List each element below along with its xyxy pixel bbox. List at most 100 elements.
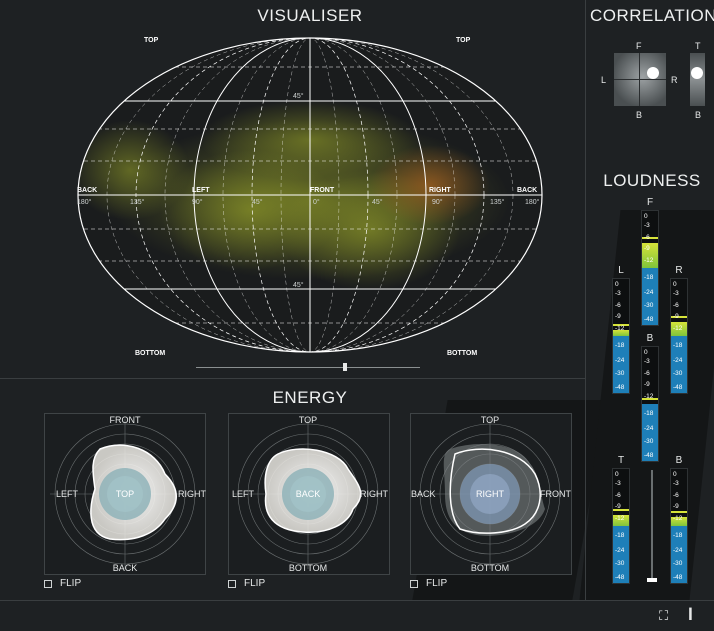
- meter-scale-label: -3: [673, 290, 679, 297]
- meter-scale-label: -3: [673, 480, 679, 487]
- meter-scale-label: -12: [673, 515, 683, 522]
- meter-scale-label: -48: [615, 574, 625, 581]
- meter-scale-label: -12: [615, 515, 625, 522]
- meter-scale-label: -24: [615, 357, 625, 364]
- meter-scale-label: -12: [673, 325, 683, 332]
- meter-scale-label: -3: [615, 480, 621, 487]
- meter-scale-label: -48: [673, 384, 683, 391]
- flip-checkbox[interactable]: [228, 579, 236, 588]
- meter-scale-label: -24: [644, 425, 654, 432]
- meter-scale-label: -30: [615, 370, 625, 377]
- loudness-meter: 0 -3 -6 -9 -12 -18 -24 -30 -48: [641, 346, 659, 462]
- meter-scale-label: -6: [644, 234, 650, 241]
- meter-scale-label: -18: [615, 342, 625, 349]
- meter-scale-label: -3: [615, 290, 621, 297]
- meter-scale-label: -6: [615, 492, 621, 499]
- loudness-meter: 0 -3 -6 -9 -12 -18 -24 -30 -48: [670, 468, 688, 584]
- meter-scale-label: -18: [615, 532, 625, 539]
- meter-scale-label: -18: [673, 532, 683, 539]
- meter-label: F: [646, 197, 654, 208]
- flip-checkbox[interactable]: [410, 579, 418, 588]
- loudness-meter: 0 -3 -6 -9 -12 -18 -24 -30 -48: [641, 210, 659, 326]
- meter-scale-label: -18: [644, 274, 654, 281]
- energy-label-center: BACK: [296, 489, 321, 499]
- energy-label-top: TOP: [481, 415, 499, 425]
- flip-label: FLIP: [426, 578, 448, 589]
- flip-checkbox[interactable]: [44, 579, 52, 588]
- energy-label-center: RIGHT: [476, 489, 505, 499]
- meter-scale-label: -3: [644, 222, 650, 229]
- meter-scale-label: -9: [644, 381, 650, 388]
- meter-scale-label: -6: [644, 370, 650, 377]
- flip-toggle-2[interactable]: FLIP: [228, 578, 265, 589]
- panel-divider: [0, 600, 714, 601]
- corr-label-t: T: [695, 41, 701, 51]
- flip-toggle-3[interactable]: FLIP: [410, 578, 447, 589]
- energy-label-top: FRONT: [110, 415, 141, 425]
- loudness-meter: 0 -3 -6 -9 -12 -18 -24 -30 -48: [670, 278, 688, 394]
- meter-label: T: [617, 455, 625, 466]
- correlation-t-pad: [690, 53, 705, 106]
- corr-label-b: B: [636, 110, 643, 120]
- meter-scale-label: -6: [673, 492, 679, 499]
- loudness-meter: 0 -3 -6 -9 -12 -18 -24 -30 -48: [612, 468, 630, 584]
- meter-label: L: [618, 265, 624, 276]
- corr-label-l: L: [601, 75, 607, 85]
- logo-icon: ꟾ: [688, 608, 693, 623]
- meter-scale-label: 0: [615, 471, 619, 478]
- loudness-title: LOUDNESS: [603, 171, 701, 190]
- meter-scale-label: -12: [644, 393, 654, 400]
- energy-label-bottom: BACK: [113, 563, 138, 573]
- corr-label-t-bottom: B: [695, 110, 702, 120]
- meter-scale-label: -24: [644, 289, 654, 296]
- energy-label-left: LEFT: [232, 489, 255, 499]
- meter-scale-label: -9: [615, 313, 621, 320]
- meter-scale-label: -24: [673, 547, 683, 554]
- meter-scale-label: -6: [615, 302, 621, 309]
- meter-scale-label: -9: [673, 313, 679, 320]
- energy-label-bottom: BOTTOM: [289, 563, 327, 573]
- meter-scale-label: -24: [673, 357, 683, 364]
- meter-scale-label: -30: [673, 560, 683, 567]
- flip-label: FLIP: [244, 578, 266, 589]
- flip-toggle-1[interactable]: FLIP: [44, 578, 81, 589]
- meter-scale-label: -30: [644, 302, 654, 309]
- meter-scale-label: -48: [673, 574, 683, 581]
- meter-scale-label: 0: [615, 281, 619, 288]
- t-meter-slider-track[interactable]: [651, 470, 653, 580]
- meter-scale-label: -30: [644, 438, 654, 445]
- meter-scale-label: -48: [644, 452, 654, 459]
- energy-label-top: TOP: [299, 415, 317, 425]
- meter-scale-label: -48: [615, 384, 625, 391]
- meter-scale-label: -9: [644, 245, 650, 252]
- correlation-lr-pad: [614, 53, 666, 106]
- meter-scale-label: -18: [673, 342, 683, 349]
- correlation-title: CORRELATION: [590, 6, 714, 25]
- energy-label-center: TOP: [116, 489, 134, 499]
- meter-scale-label: -24: [615, 547, 625, 554]
- meter-scale-label: -30: [673, 370, 683, 377]
- loudness-meter: 0 -3 -6 -9 -12 -18 -24 -30 -48: [612, 278, 630, 394]
- energy-label-left: LEFT: [56, 489, 79, 499]
- meter-scale-label: 0: [673, 281, 677, 288]
- meter-scale-label: -6: [673, 302, 679, 309]
- meter-scale-label: -9: [673, 503, 679, 510]
- meter-scale-label: -18: [644, 410, 654, 417]
- fullscreen-icon[interactable]: ⛶: [659, 608, 668, 624]
- correlation-dot: [647, 67, 659, 79]
- energy-label-bottom: BOTTOM: [471, 563, 509, 573]
- corr-label-f: F: [636, 41, 642, 51]
- app-root: VISUALISER TOP TOP BOTTOM BOTTOM BACK LE…: [0, 0, 714, 631]
- meter-scale-label: -9: [615, 503, 621, 510]
- meter-scale-label: 0: [673, 471, 677, 478]
- energy-plots: FRONT LEFT RIGHT BACK TOP TOP LEFT RIGHT…: [50, 415, 571, 573]
- energy-label-left: BACK: [411, 489, 436, 499]
- energy-label-right: RIGHT: [178, 489, 207, 499]
- panel-divider: [585, 0, 586, 600]
- meter-scale-label: -12: [644, 257, 654, 264]
- meter-peak-marker: [671, 511, 687, 513]
- correlation-dot: [691, 67, 703, 79]
- meter-label: B: [646, 333, 654, 344]
- meter-scale-label: -3: [644, 358, 650, 365]
- t-meter-slider-thumb[interactable]: [647, 578, 657, 582]
